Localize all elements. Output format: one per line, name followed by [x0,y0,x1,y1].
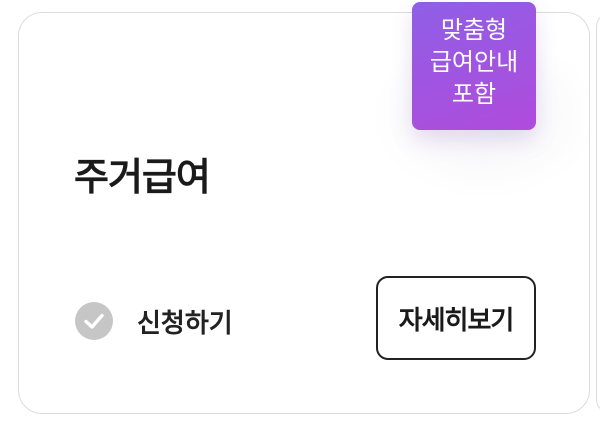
view-details-button[interactable]: 자세히보기 [376,276,536,360]
apply-label[interactable]: 신청하기 [137,303,233,340]
check-circle-icon[interactable] [75,302,113,340]
apply-toggle[interactable]: 신청하기 [75,301,233,341]
next-card-edge [596,12,600,414]
badge-line-2: 급여안내 [429,48,519,76]
customized-benefit-badge: 맞춤형 급여안내 포함 [412,2,536,130]
card-title: 주거급여 [74,155,211,199]
badge-line-3: 포함 [451,80,497,108]
badge-line-1: 맞춤형 [440,16,508,44]
